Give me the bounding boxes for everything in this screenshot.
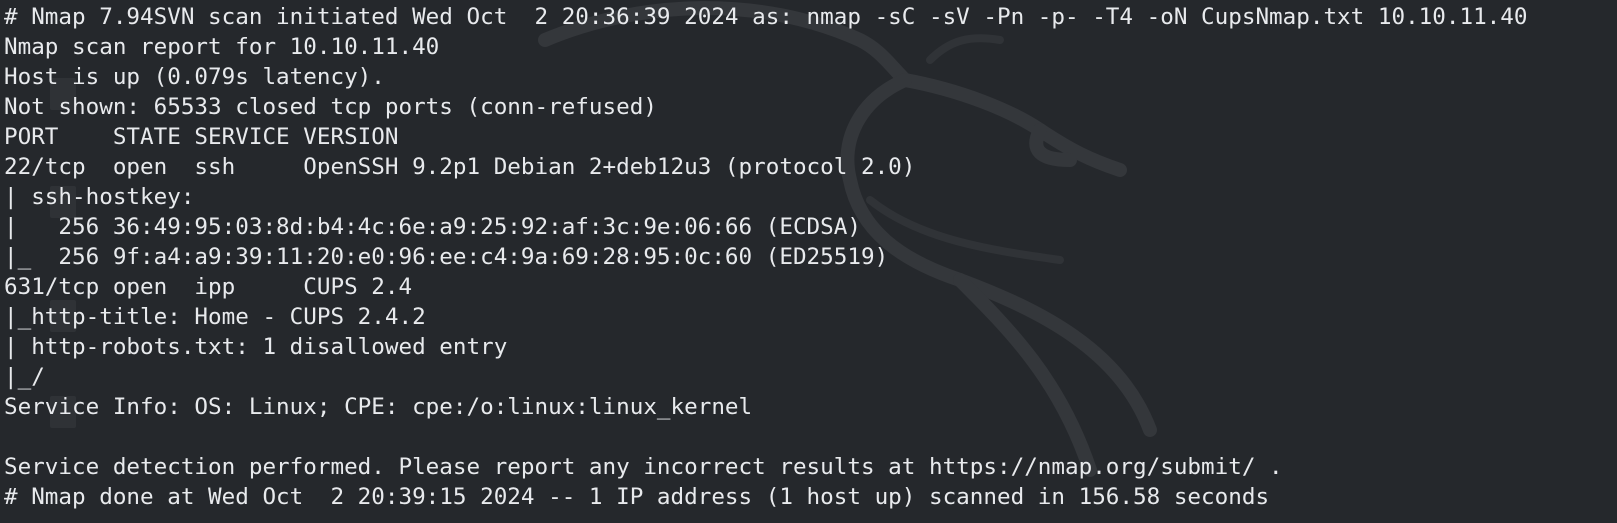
output-line-host-status: Host is up (0.079s latency). xyxy=(4,64,385,90)
output-line-ecdsa-key: | 256 36:49:95:03:8d:b4:4c:6e:a9:25:92:a… xyxy=(4,214,861,240)
output-line-report-target: Nmap scan report for 10.10.11.40 xyxy=(4,34,440,60)
output-line-port-header: PORT STATE SERVICE VERSION xyxy=(4,124,399,150)
output-line-port-631: 631/tcp open ipp CUPS 2.4 xyxy=(4,274,413,300)
output-line-not-shown: Not shown: 65533 closed tcp ports (conn-… xyxy=(4,94,657,120)
output-line-scan-start: # Nmap 7.94SVN scan initiated Wed Oct 2 … xyxy=(4,4,1528,30)
output-line-ed25519-key: |_ 256 9f:a4:a9:39:11:20:e0:96:ee:c4:9a:… xyxy=(4,244,889,270)
output-line-scan-done: # Nmap done at Wed Oct 2 20:39:15 2024 -… xyxy=(4,484,1270,510)
output-line-detection-note: Service detection performed. Please repo… xyxy=(4,454,1283,480)
output-line-service-info: Service Info: OS: Linux; CPE: cpe:/o:lin… xyxy=(4,394,753,420)
output-line-robots-entry: |_/ xyxy=(4,364,45,390)
output-line-robots-txt: | http-robots.txt: 1 disallowed entry xyxy=(4,334,521,360)
output-line-port-22: 22/tcp open ssh OpenSSH 9.2p1 Debian 2+d… xyxy=(4,154,916,180)
output-line-blank xyxy=(4,422,1528,452)
output-line-ssh-hostkey: | ssh-hostkey: xyxy=(4,184,209,210)
nmap-scan-output[interactable]: # Nmap 7.94SVN scan initiated Wed Oct 2 … xyxy=(4,2,1528,512)
terminal-window[interactable]: # Nmap 7.94SVN scan initiated Wed Oct 2 … xyxy=(0,0,1617,523)
output-line-http-title: |_http-title: Home - CUPS 2.4.2 xyxy=(4,304,426,330)
